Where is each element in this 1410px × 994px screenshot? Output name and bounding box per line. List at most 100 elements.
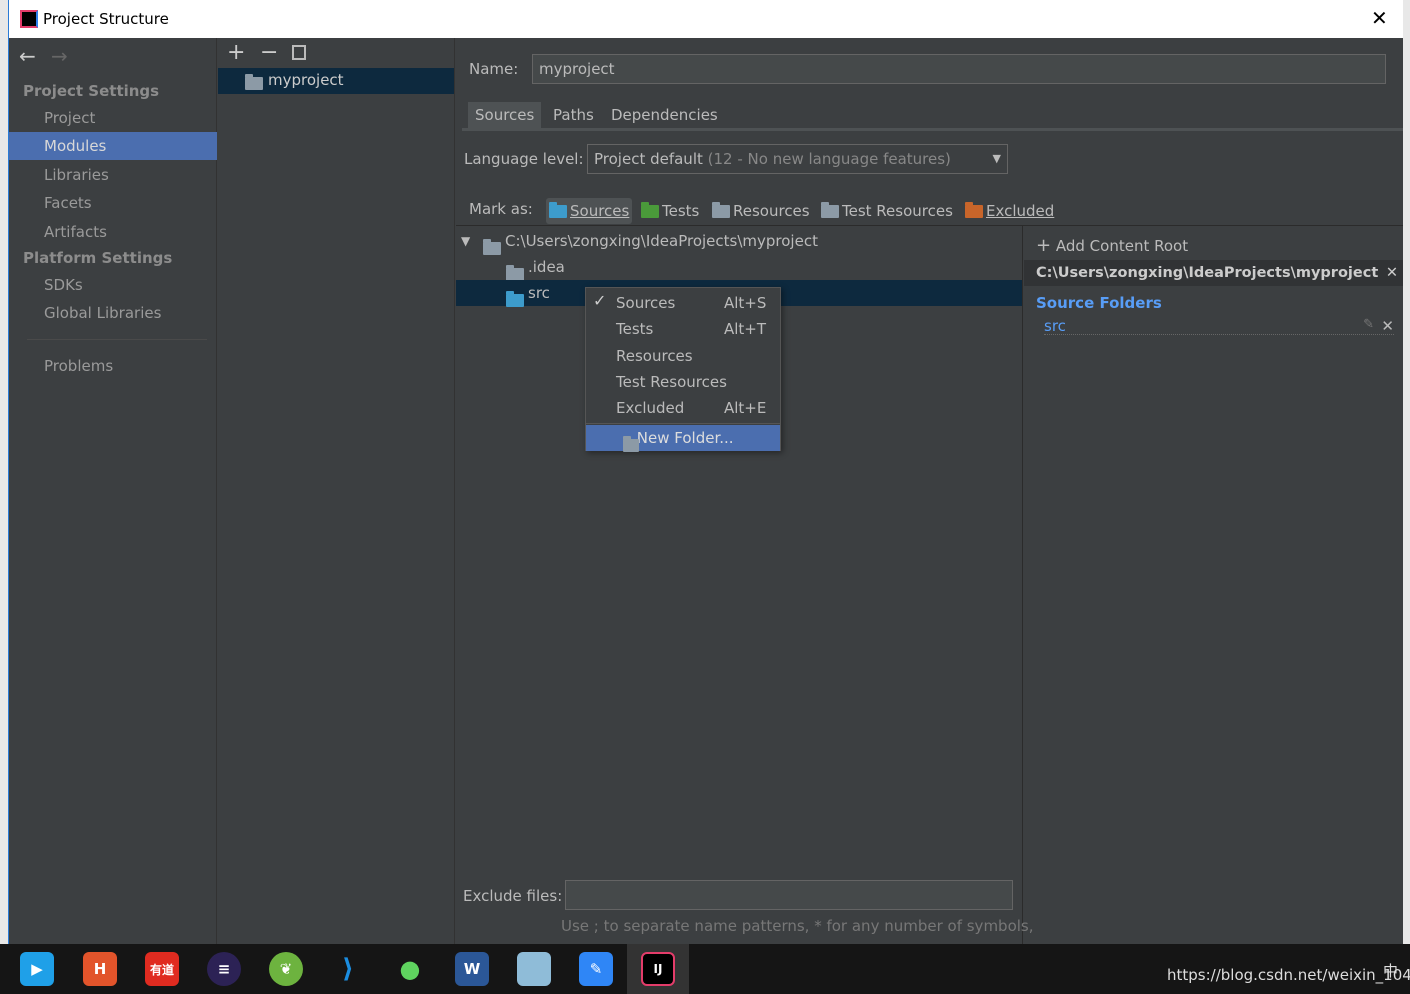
- source-folders-heading: Source Folders: [1036, 294, 1162, 312]
- mark-tests-button[interactable]: Tests: [641, 198, 699, 224]
- sources-folder-icon: [549, 201, 567, 218]
- label: Resources: [733, 202, 810, 220]
- language-level-label: Language level:: [464, 150, 584, 168]
- label: Excluded: [986, 202, 1055, 220]
- mark-test-resources-button[interactable]: Test Resources: [821, 198, 953, 224]
- tab-underline: [462, 128, 1403, 131]
- forward-arrow-icon[interactable]: →: [51, 44, 68, 68]
- eclipse-icon[interactable]: ≡: [207, 952, 241, 986]
- label: Sources: [570, 202, 630, 220]
- sidebar-item-libraries[interactable]: Libraries: [9, 161, 217, 189]
- word-icon[interactable]: W: [455, 952, 489, 986]
- close-icon[interactable]: ✕: [1386, 260, 1398, 286]
- sidebar-item-sdks[interactable]: SDKs: [9, 271, 217, 299]
- menu-item-excluded[interactable]: Excluded Alt+E: [586, 395, 780, 421]
- ime-indicator[interactable]: 中: [1383, 960, 1398, 981]
- splitter[interactable]: [1022, 226, 1023, 944]
- menu-item-sources[interactable]: Sources Alt+S: [586, 290, 780, 316]
- tencent-video-icon[interactable]: ▶: [20, 952, 54, 986]
- tab-sources[interactable]: Sources: [468, 102, 542, 128]
- menu-item-tests[interactable]: Tests Alt+T: [586, 316, 780, 342]
- label: Tests: [662, 202, 700, 220]
- content-root-path: C:\Users\zongxing\IdeaProjects\myproject: [1036, 265, 1379, 281]
- mark-excluded-button[interactable]: Excluded: [965, 198, 1054, 224]
- tab-paths[interactable]: Paths: [546, 102, 601, 128]
- menu-separator: [586, 423, 780, 424]
- content-root-header: C:\Users\zongxing\IdeaProjects\myproject…: [1024, 260, 1403, 286]
- label: Test Resources: [842, 202, 953, 220]
- exclude-files-input[interactable]: [565, 880, 1013, 910]
- remove-icon[interactable]: ✕: [1381, 317, 1394, 335]
- menu-item-resources[interactable]: Resources: [586, 343, 780, 369]
- root-path: C:\Users\zongxing\IdeaProjects\myproject: [505, 232, 818, 250]
- language-level-dropdown[interactable]: Project default (12 - No new language fe…: [587, 144, 1008, 174]
- name-input[interactable]: myproject: [532, 54, 1386, 84]
- hbuilder-icon[interactable]: H: [83, 952, 117, 986]
- mark-as-context-menu: ✓ Sources Alt+S Tests Alt+T Resources Test…: [585, 287, 781, 452]
- tray-watermark-text: https://blog.csdn.net/weixin_10432: [1167, 966, 1410, 984]
- label: .idea: [528, 258, 565, 276]
- label: Test Resources: [616, 373, 727, 391]
- section-platform-settings: Platform Settings: [23, 249, 173, 267]
- vscode-icon[interactable]: ⟩: [331, 952, 365, 986]
- window-title: Project Structure: [43, 10, 169, 28]
- module-folder-icon: [245, 74, 263, 90]
- sidebar-item-project[interactable]: Project: [9, 104, 217, 132]
- spring-icon[interactable]: ❦: [269, 952, 303, 986]
- sidebar: ← → Project Settings Project Modules Lib…: [9, 38, 217, 944]
- project-structure-window: Project Structure ✕ ← → Project Settings…: [8, 0, 1403, 944]
- mark-resources-button[interactable]: Resources: [712, 198, 810, 224]
- language-level-detail: (12 - No new language features): [707, 150, 951, 168]
- label: Resources: [616, 347, 693, 365]
- shortcut: Alt+E: [724, 399, 767, 417]
- expand-arrow-icon[interactable]: ▼: [461, 228, 470, 254]
- intellij-idea-icon[interactable]: IJ: [641, 952, 675, 986]
- chevron-down-icon: ▼: [992, 152, 1001, 165]
- test-resources-folder-icon: [821, 201, 839, 218]
- name-label: Name:: [469, 60, 519, 78]
- menu-item-test-resources[interactable]: Test Resources: [586, 369, 780, 395]
- divider: [27, 339, 207, 340]
- copy-icon[interactable]: [292, 45, 306, 60]
- sidebar-item-global-libraries[interactable]: Global Libraries: [9, 299, 217, 327]
- intellij-icon: [20, 10, 38, 28]
- sidebar-item-artifacts[interactable]: Artifacts: [9, 218, 217, 246]
- notepad-icon[interactable]: [517, 952, 551, 986]
- taskbar: ▶ H 有道 ≡ ❦ ⟩ ● W ✎ IJ https://blog.csdn.…: [0, 944, 1410, 994]
- menu-item-new-folder[interactable]: New Folder...: [586, 425, 780, 452]
- youdao-icon[interactable]: 有道: [145, 952, 179, 986]
- module-item-myproject[interactable]: myproject: [218, 68, 454, 94]
- tests-folder-icon: [641, 201, 659, 218]
- remove-icon[interactable]: −: [260, 40, 278, 65]
- sidebar-item-problems[interactable]: Problems: [9, 352, 217, 380]
- label: Add Content Root: [1055, 237, 1189, 255]
- sidebar-item-facets[interactable]: Facets: [9, 189, 217, 217]
- label: Sources: [616, 294, 676, 312]
- new-folder-icon: [623, 436, 639, 452]
- wechat-icon[interactable]: ●: [393, 952, 427, 986]
- back-arrow-icon[interactable]: ←: [19, 44, 36, 68]
- label: src: [528, 284, 550, 302]
- source-folder-row[interactable]: src ✎ ✕: [1044, 317, 1394, 335]
- tree-item-idea[interactable]: .idea: [456, 254, 1022, 281]
- plus-icon: +: [1036, 235, 1052, 256]
- mark-sources-button[interactable]: Sources: [546, 198, 633, 224]
- tree-root[interactable]: ▼ C:\Users\zongxing\IdeaProjects\myproje…: [456, 228, 1022, 255]
- tab-dependencies[interactable]: Dependencies: [604, 102, 725, 128]
- close-icon[interactable]: ✕: [1371, 6, 1388, 30]
- excluded-folder-icon: [965, 201, 983, 218]
- edit-pencil-icon[interactable]: ✎: [1363, 317, 1374, 332]
- label: New Folder...: [636, 429, 734, 447]
- shortcut: Alt+S: [724, 294, 767, 312]
- add-icon[interactable]: +: [227, 40, 245, 65]
- title-bar: Project Structure ✕: [9, 0, 1403, 38]
- label: Excluded: [616, 399, 685, 417]
- exclude-files-hint: Use ; to separate name patterns, * for a…: [561, 917, 1034, 935]
- resources-folder-icon: [712, 201, 730, 218]
- sidebar-item-modules[interactable]: Modules: [9, 132, 217, 160]
- source-folder-name: src: [1044, 317, 1066, 335]
- source-folder-icon: [506, 291, 524, 307]
- add-content-root-button[interactable]: + Add Content Root: [1036, 235, 1188, 256]
- feishu-icon[interactable]: ✎: [579, 952, 613, 986]
- module-settings: Name: myproject Sources Paths Dependenci…: [456, 38, 1403, 944]
